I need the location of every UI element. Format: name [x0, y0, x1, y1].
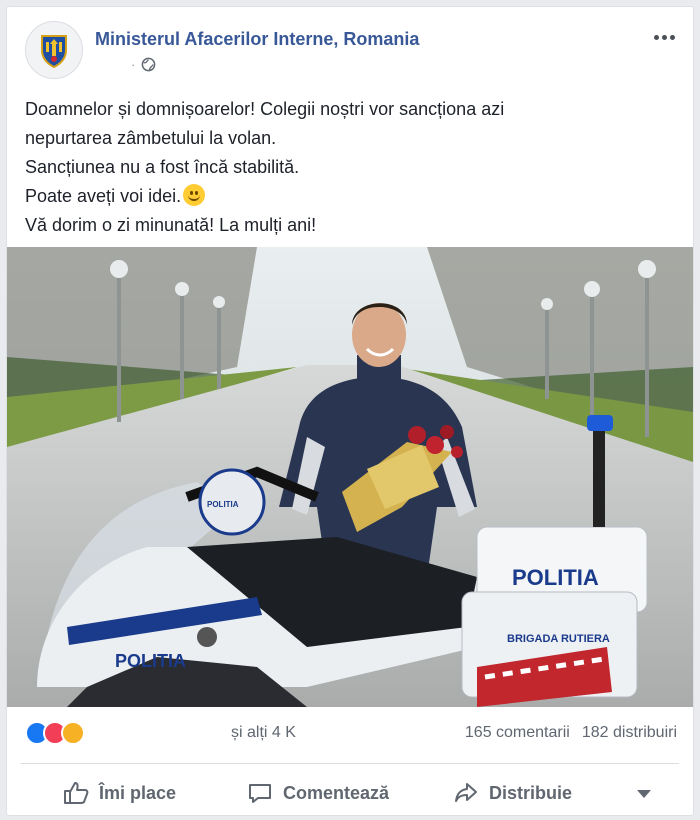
post-text-line: nepurtarea zâmbetului la volan. [25, 128, 277, 148]
motorcycle-label: POLITIA [512, 565, 599, 590]
share-button[interactable]: Distribuie [453, 773, 572, 813]
police-officer-motorcycle-image: POLITIA POLITIA POLITIA BRIGADA RUTIERA [7, 247, 693, 707]
reactions-bar: și alți 4 K 165 comentarii 182 distribui… [25, 719, 677, 751]
action-bar: Îmi place Comentează Distribuie [21, 771, 679, 815]
shares-count[interactable]: 182 distribuiri [582, 724, 677, 742]
post-text: Doamnelor și domnișoarelor! Colegii noșt… [25, 95, 673, 240]
dot-icon [653, 34, 659, 40]
comment-label: Comentează [283, 782, 390, 803]
post-photo[interactable]: POLITIA POLITIA POLITIA BRIGADA RUTIERA [7, 247, 693, 707]
motorcycle-label: POLITIA [115, 651, 186, 671]
haha-reaction-icon [61, 721, 85, 745]
smile-emoji-icon [183, 184, 206, 206]
share-label: Distribuie [489, 782, 573, 803]
more-options-button[interactable] [649, 27, 679, 47]
reaction-icons[interactable] [25, 721, 105, 747]
dot-icon [669, 34, 675, 40]
post-text-line: Sancțiunea nu a fost încă stabilită. [25, 157, 300, 177]
chevron-down-icon[interactable] [637, 790, 651, 798]
post-text-line: Doamnelor și domnișoarelor! Colegii noșt… [25, 99, 505, 119]
motorcycle-label: BRIGADA RUTIERA [507, 633, 610, 645]
globe-icon [142, 57, 156, 72]
post-text-line: Vă dorim o zi minunată! La mulți ani! [25, 215, 317, 235]
helmet-label: POLITIA [207, 500, 239, 509]
reaction-count[interactable]: și alți 4 K [231, 724, 296, 742]
like-button[interactable]: Îmi place [63, 773, 176, 813]
post-card: Ministerul Afacerilor Interne, Romania ·… [6, 6, 694, 816]
coat-of-arms-icon [41, 35, 67, 69]
comments-count[interactable]: 165 comentarii [465, 724, 570, 742]
page-name-link[interactable]: Ministerul Afacerilor Interne, Romania [95, 29, 419, 50]
post-text-line: Poate aveți voi idei. [25, 182, 673, 211]
engagement-counts: 165 comentarii 182 distribuiri [465, 724, 677, 742]
post-meta: · [131, 57, 156, 72]
divider [21, 763, 679, 764]
post-text-fragment: Poate aveți voi idei. [25, 186, 182, 206]
post-header: Ministerul Afacerilor Interne, Romania · [25, 21, 679, 81]
comment-icon [249, 784, 271, 803]
share-arrow-icon [455, 783, 477, 802]
like-label: Îmi place [99, 782, 177, 803]
page-avatar[interactable] [25, 21, 83, 79]
dot-icon [661, 34, 667, 40]
timestamp[interactable]: · [131, 57, 135, 72]
thumbs-up-icon [64, 782, 89, 804]
comment-button[interactable]: Comentează [247, 773, 389, 813]
